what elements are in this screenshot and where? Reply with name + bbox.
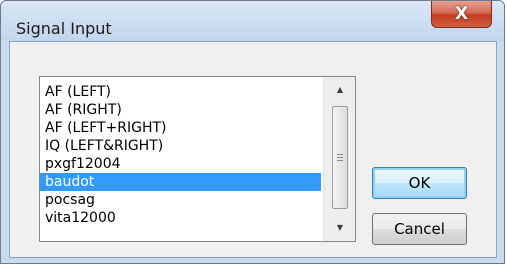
grip-icon <box>337 154 343 161</box>
list-item-pxgf12004[interactable]: pxgf12004 <box>40 155 321 173</box>
signal-input-dialog: Signal Input X AF (LEFT) AF (RIGHT) AF (… <box>0 0 505 264</box>
scroll-down-button[interactable]: ▼ <box>324 217 355 237</box>
dialog-body: AF (LEFT) AF (RIGHT) AF (LEFT+RIGHT) IQ … <box>9 41 497 258</box>
scroll-up-button[interactable]: ▲ <box>324 79 355 99</box>
cancel-button[interactable]: Cancel <box>372 213 467 245</box>
list-item-af-right[interactable]: AF (RIGHT) <box>40 101 321 119</box>
list-item-baudot[interactable]: baudot <box>40 173 321 191</box>
signal-list[interactable]: AF (LEFT) AF (RIGHT) AF (LEFT+RIGHT) IQ … <box>39 76 356 242</box>
signal-list-items: AF (LEFT) AF (RIGHT) AF (LEFT+RIGHT) IQ … <box>40 83 321 227</box>
list-item-af-left[interactable]: AF (LEFT) <box>40 83 321 101</box>
close-icon: X <box>454 4 469 24</box>
title-bar[interactable]: Signal Input X <box>1 1 504 41</box>
scroll-thumb[interactable] <box>332 106 348 209</box>
vertical-scrollbar[interactable]: ▲ ▼ <box>323 77 355 241</box>
list-item-iq-left-right[interactable]: IQ (LEFT&RIGHT) <box>40 137 321 155</box>
list-item-pocsag[interactable]: pocsag <box>40 191 321 209</box>
close-button[interactable]: X <box>431 1 492 28</box>
arrow-up-icon: ▲ <box>336 84 344 94</box>
list-item-vita12000[interactable]: vita12000 <box>40 209 321 227</box>
ok-button[interactable]: OK <box>372 167 467 199</box>
arrow-down-icon: ▼ <box>336 222 344 232</box>
dialog-title: Signal Input <box>16 19 112 38</box>
list-item-af-left-right[interactable]: AF (LEFT+RIGHT) <box>40 119 321 137</box>
